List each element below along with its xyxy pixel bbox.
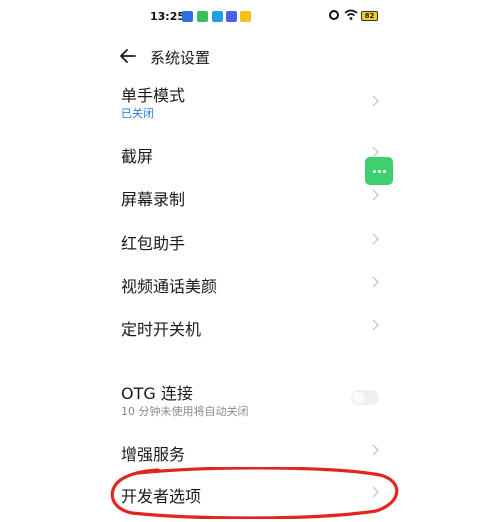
settings-item-title: 屏幕录制 xyxy=(121,190,186,209)
settings-item-video-call-beauty[interactable]: 视频通话美颜 xyxy=(0,270,500,300)
status-bar: 13:25 82 xyxy=(0,0,500,34)
floating-more-button[interactable] xyxy=(365,157,393,185)
settings-item-red-packet-assistant[interactable]: 红包助手 xyxy=(0,227,500,257)
wifi-icon xyxy=(344,9,358,20)
chevron-right-icon xyxy=(372,233,379,245)
back-arrow-icon[interactable] xyxy=(118,46,138,66)
alarm-icon xyxy=(329,10,339,20)
notification-app-icon xyxy=(240,11,251,22)
chevron-right-icon xyxy=(372,276,379,288)
notification-app-icon xyxy=(212,11,223,22)
settings-item-scheduled-power[interactable]: 定时开关机 xyxy=(0,313,500,343)
settings-item-screen-recording[interactable]: 屏幕录制 xyxy=(0,183,500,213)
settings-item-status: 已关闭 xyxy=(121,107,154,120)
settings-item-title: 定时开关机 xyxy=(121,320,202,339)
toggle-knob xyxy=(353,392,364,403)
chevron-right-icon xyxy=(372,189,379,201)
otg-toggle[interactable] xyxy=(351,390,379,405)
notification-app-icon xyxy=(182,11,193,22)
header: 系统设置 xyxy=(0,40,500,74)
notification-app-icon xyxy=(197,11,208,22)
settings-item-enhanced-services[interactable]: 增强服务 xyxy=(0,438,500,468)
settings-item-otg: OTG 连接 10 分钟未使用将自动关闭 xyxy=(0,378,500,423)
settings-item-screenshot[interactable]: 截屏 xyxy=(0,140,500,170)
highlight-annotation xyxy=(110,467,399,519)
chevron-right-icon xyxy=(372,444,379,456)
settings-item-description: 10 分钟未使用将自动关闭 xyxy=(121,405,249,418)
settings-item-title: 截屏 xyxy=(121,147,154,166)
settings-item-title: 增强服务 xyxy=(121,445,186,464)
settings-item-one-hand-mode[interactable]: 单手模式 已关闭 xyxy=(0,80,500,125)
settings-item-title: 视频通话美颜 xyxy=(121,277,218,296)
chevron-right-icon xyxy=(372,319,379,331)
notification-app-icon xyxy=(226,11,237,22)
more-dots-icon xyxy=(378,170,381,173)
more-dots-icon xyxy=(383,170,386,173)
settings-item-title: 单手模式 xyxy=(121,86,186,105)
more-dots-icon xyxy=(373,170,376,173)
status-time: 13:25 xyxy=(150,10,186,23)
battery-indicator: 82 xyxy=(361,11,378,21)
page-title: 系统设置 xyxy=(150,49,211,67)
chevron-right-icon xyxy=(372,95,379,107)
settings-item-title: OTG 连接 xyxy=(121,384,193,403)
settings-item-title: 红包助手 xyxy=(121,234,186,253)
